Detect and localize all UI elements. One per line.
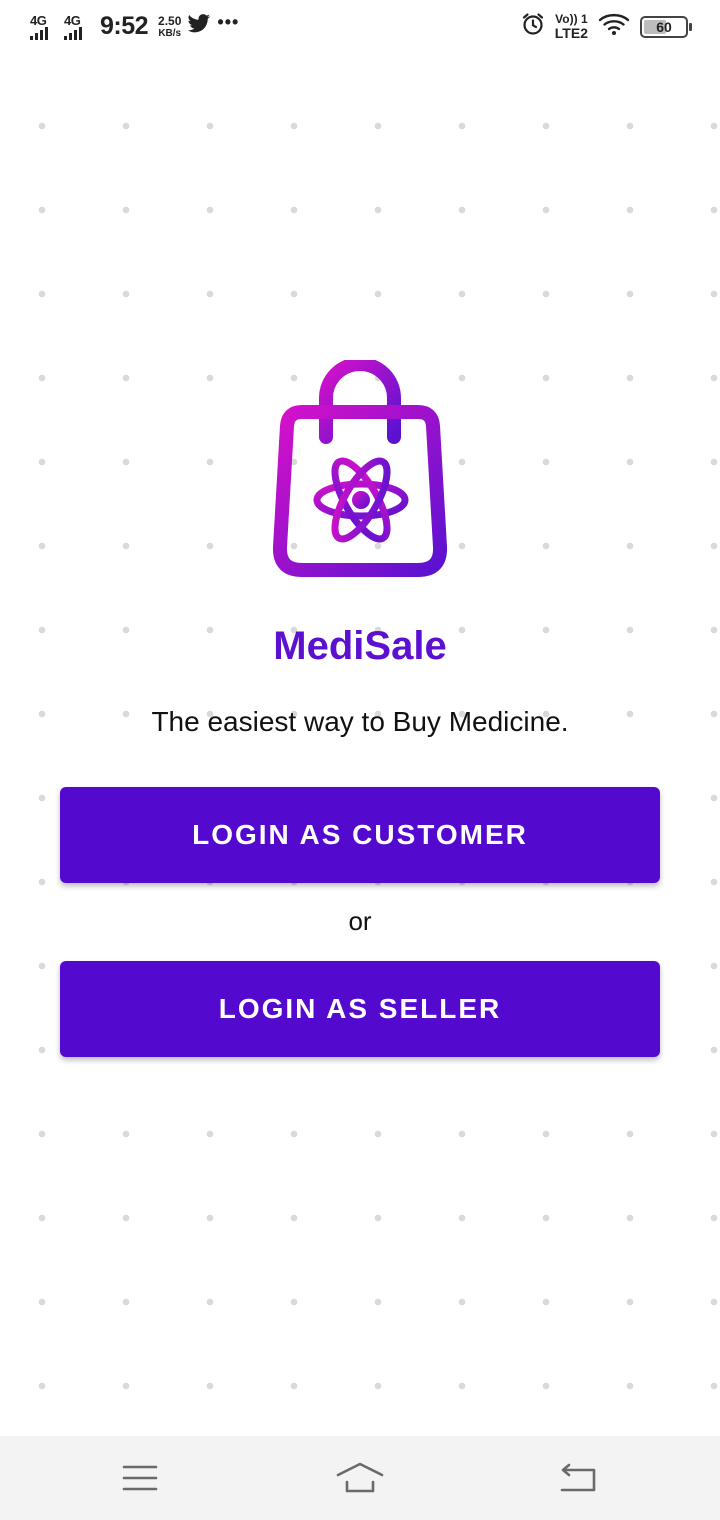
battery-level-text: 60 [656, 18, 672, 35]
alarm-icon [521, 12, 545, 41]
home-icon[interactable] [330, 1456, 390, 1500]
status-left: 4G 4G 9:52 2.50 KB/s ••• [30, 12, 239, 41]
login-as-seller-button[interactable]: LOGIN AS SELLER [60, 961, 660, 1057]
navigation-bar [0, 1436, 720, 1520]
more-icon: ••• [217, 12, 240, 32]
volte-indicator: Vo)) 1 LTE2 [554, 11, 588, 41]
signal-1-label: 4G [30, 12, 47, 28]
back-icon[interactable] [548, 1456, 608, 1500]
twitter-icon [187, 14, 211, 39]
status-bar: 4G 4G 9:52 2.50 KB/s ••• Vo)) 1 LTE2 60 [0, 0, 720, 56]
login-as-customer-button[interactable]: LOGIN AS CUSTOMER [60, 787, 660, 883]
signal-2-label: 4G [64, 12, 81, 28]
wifi-icon [598, 12, 630, 41]
menu-icon[interactable] [110, 1456, 170, 1500]
signal-bars-icon [30, 26, 48, 40]
signal-2: 4G [64, 14, 92, 40]
signal-bars-icon [64, 26, 82, 40]
clock: 9:52 [100, 12, 149, 40]
app-tagline: The easiest way to Buy Medicine. [151, 706, 569, 737]
network-speed: 2.50 KB/s [158, 13, 182, 39]
or-separator: or [348, 906, 372, 936]
network-speed-value: 2.50 [158, 13, 182, 28]
volte-line-1: Vo)) 1 [555, 11, 588, 26]
volte-line-2: LTE2 [554, 24, 588, 41]
shopping-bag-atom-icon [268, 357, 452, 582]
battery-icon: 60 [640, 15, 692, 38]
signal-1: 4G [30, 14, 58, 40]
status-right: Vo)) 1 LTE2 60 [521, 11, 692, 41]
app-title: MediSale [273, 624, 447, 668]
network-speed-unit: KB/s [158, 27, 182, 39]
